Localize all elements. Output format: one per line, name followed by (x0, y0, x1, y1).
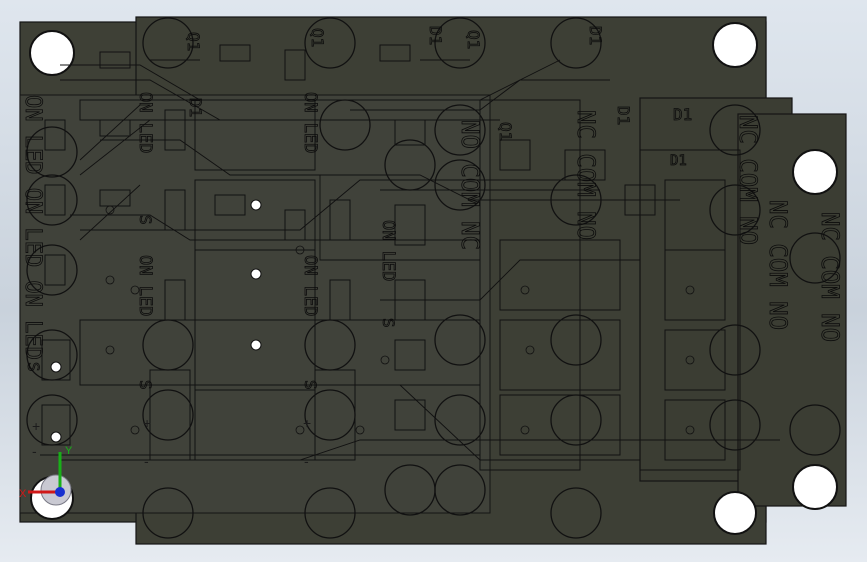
label-d1: D1 (673, 105, 692, 124)
mounting-hole (792, 149, 838, 195)
label-q1: Q1 (496, 122, 515, 141)
plus-mark: + (143, 415, 151, 431)
pad-white (50, 361, 62, 373)
pad-white (250, 268, 262, 280)
label-q1: Q1 (464, 30, 483, 49)
label-d1: D1 (614, 106, 633, 125)
mounting-hole (712, 22, 758, 68)
triad-z-axis (55, 487, 65, 497)
s-mark: S (136, 215, 155, 225)
label-d1: D1 (670, 153, 687, 169)
terminal-label: NC COM NO (816, 212, 844, 342)
pcb-board-front (19, 94, 491, 514)
terminal-label: NC COM NO (572, 110, 600, 240)
led-label: ON LED (300, 255, 320, 316)
plus-mark: + (303, 415, 311, 431)
terminal-label: NC COM NO (734, 115, 762, 245)
led-label: ON LED (300, 92, 320, 153)
label-d1: D1 (426, 26, 445, 45)
s-mark: S (301, 380, 320, 390)
triad-x-label: X (19, 488, 27, 500)
s-mark: S (136, 380, 155, 390)
label-q1: Q1 (184, 32, 203, 51)
led-label: ON LED (135, 255, 155, 316)
terminal-label: NO COM NC (456, 120, 484, 250)
cad-viewport[interactable]: ON LED ON LED ON LED Q1 Q1 D1 Q1 D1 D1 D… (0, 0, 867, 562)
orientation-triad[interactable]: X Y (18, 440, 88, 510)
terminal-label: NC COM NO (764, 200, 792, 330)
mounting-hole (29, 30, 75, 76)
left-vertical-label: ON LED ON LED ON LED (20, 95, 45, 360)
mounting-hole (713, 491, 757, 535)
minus-mark: - (304, 453, 309, 469)
label-q1: Q1 (308, 28, 327, 47)
minus-mark: - (144, 453, 149, 469)
mounting-hole (792, 464, 838, 510)
led-label: ON LED (378, 220, 398, 281)
led-label: ON LED (135, 92, 155, 153)
pad-white (250, 339, 262, 351)
s-mark: S (24, 362, 43, 372)
label-d1: D1 (586, 26, 605, 45)
plus-mark: + (32, 418, 40, 434)
label-d1: D1 (186, 98, 205, 117)
triad-y-label: Y (65, 445, 73, 457)
s-mark: S (379, 318, 398, 328)
pad-white (250, 199, 262, 211)
